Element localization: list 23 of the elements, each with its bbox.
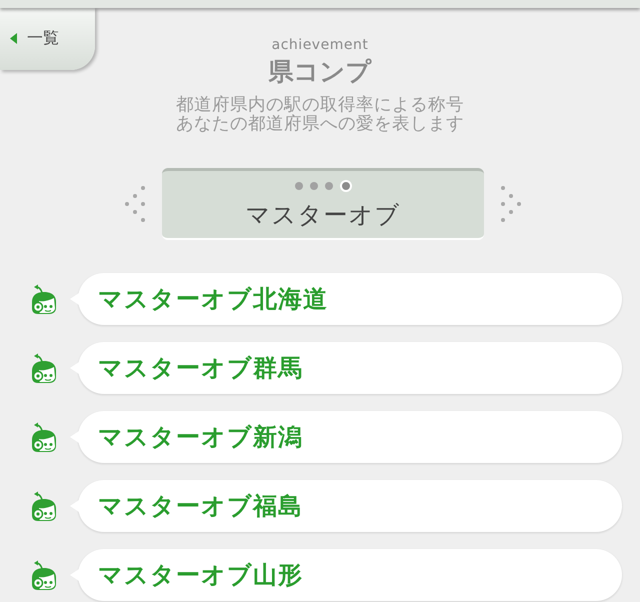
description-text: あなたの都道府県への愛を表します	[176, 115, 464, 134]
category-label: マスターオブ	[246, 201, 400, 229]
mascot-icon	[30, 284, 58, 314]
chevron-right-icon[interactable]	[500, 185, 522, 223]
mascot-icon	[30, 422, 58, 452]
title-item[interactable]: マスターオブ山形	[70, 549, 622, 601]
page-dot-icon[interactable]	[294, 182, 302, 190]
title-item[interactable]: マスターオブ新潟	[70, 411, 622, 463]
page-title: 県コンプ	[268, 58, 372, 86]
title-item[interactable]: マスターオブ北海道	[70, 273, 622, 325]
page-dot-icon[interactable]	[340, 180, 352, 192]
mascot-icon	[30, 560, 58, 590]
page-dot-icon[interactable]	[310, 182, 318, 190]
description-text: 都道府県内の駅の取得率による称号	[176, 96, 464, 115]
page-dot-icon[interactable]	[324, 182, 332, 190]
chevron-left-icon[interactable]	[124, 185, 146, 223]
title-item[interactable]: マスターオブ群馬	[70, 342, 622, 394]
caret-left-icon	[10, 33, 17, 44]
title-item[interactable]: マスターオブ福島	[70, 480, 622, 532]
back-button[interactable]: 一覧	[0, 7, 95, 70]
mascot-icon	[30, 353, 58, 383]
mascot-icon	[30, 491, 58, 521]
page-subtitle: achievement	[272, 37, 368, 53]
